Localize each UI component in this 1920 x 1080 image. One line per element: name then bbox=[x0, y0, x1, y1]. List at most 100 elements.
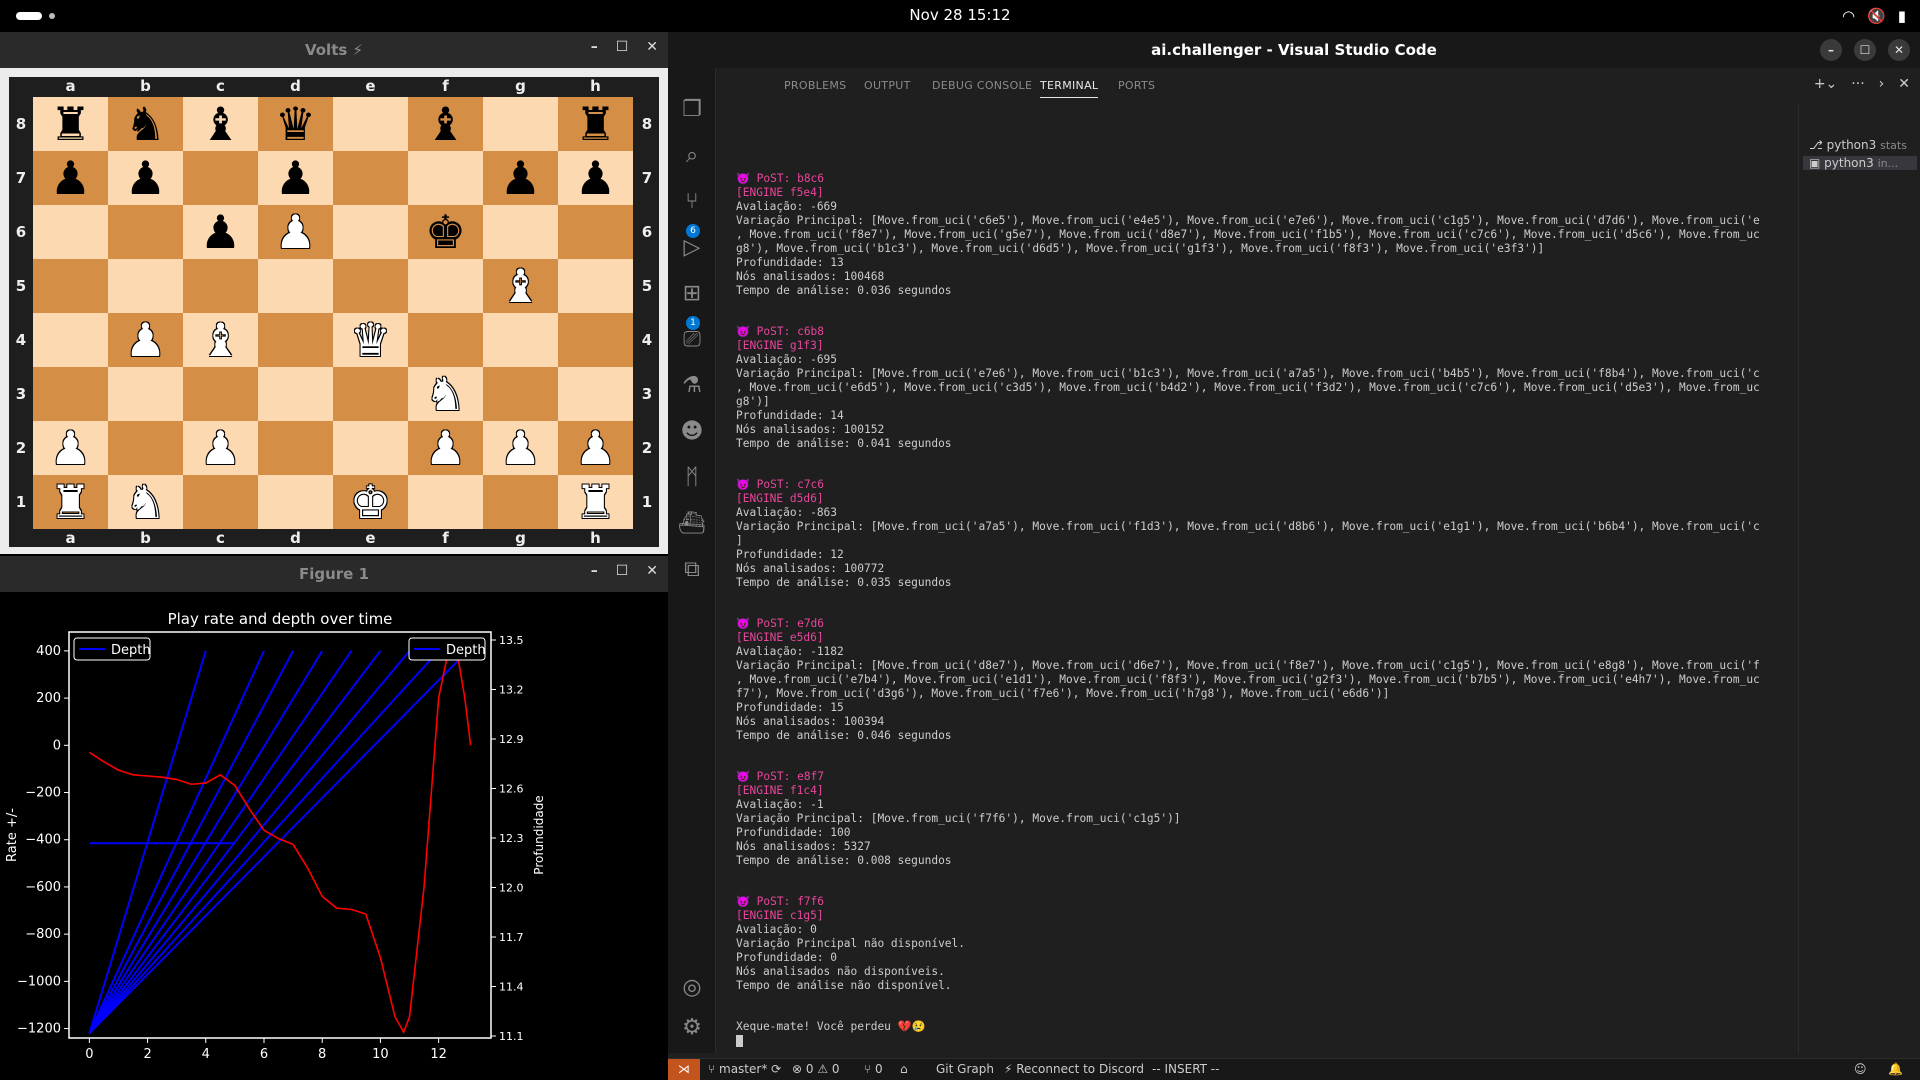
tab-debug-console[interactable]: DEBUG CONSOLE bbox=[932, 79, 1032, 92]
piece-icon[interactable]: ♝ bbox=[425, 101, 466, 147]
square-f3[interactable]: ♞ bbox=[408, 367, 483, 421]
piece-icon[interactable]: ♜ bbox=[50, 101, 91, 147]
square-h1[interactable]: ♜ bbox=[558, 475, 633, 529]
square-f2[interactable]: ♟ bbox=[408, 421, 483, 475]
search-icon[interactable]: ⌕ bbox=[678, 142, 706, 170]
square-d3[interactable] bbox=[258, 367, 333, 421]
maximize-icon[interactable]: ☐ bbox=[616, 563, 629, 579]
square-g4[interactable] bbox=[483, 313, 558, 367]
source-control-icon[interactable]: ⑂ bbox=[678, 188, 706, 216]
minimize-icon[interactable]: – bbox=[591, 39, 598, 55]
piece-icon[interactable]: ♞ bbox=[425, 371, 466, 417]
flame-icon[interactable]: ᛗ bbox=[678, 464, 706, 492]
square-b1[interactable]: ♞ bbox=[108, 475, 183, 529]
chess-board[interactable]: ♜ ♞ ♝ ♛ ♝ ♜ ♟ ♟ ♟ ♟ ♟ ♟ ♟ ♚ ♝ ♟ ♝ ♛ ♞ ♟ ♟ ♟ ♟ ♟ ♜ ♞ ♚ ♜ bbox=[33, 97, 633, 529]
wifi-icon[interactable]: ◠ bbox=[1842, 7, 1855, 25]
square-b7[interactable]: ♟ bbox=[108, 151, 183, 205]
minimize-icon[interactable]: – bbox=[591, 563, 598, 579]
branch-status[interactable]: ⑂ master* ⟳ bbox=[708, 1062, 781, 1076]
square-e5[interactable] bbox=[333, 259, 408, 313]
square-b4[interactable]: ♟ bbox=[108, 313, 183, 367]
terminal-output[interactable]: 😈 PoST: b8c6 [ENGINE f5e4] Avaliação: -669… bbox=[736, 172, 1866, 1052]
square-g5[interactable]: ♝ bbox=[483, 259, 558, 313]
piece-icon[interactable]: ♟ bbox=[425, 425, 466, 471]
piece-icon[interactable]: ♚ bbox=[350, 479, 391, 525]
square-h2[interactable]: ♟ bbox=[558, 421, 633, 475]
close-icon[interactable]: ✕ bbox=[1888, 39, 1910, 61]
close-icon[interactable]: ✕ bbox=[646, 39, 658, 55]
square-d8[interactable]: ♛ bbox=[258, 97, 333, 151]
square-b8[interactable]: ♞ bbox=[108, 97, 183, 151]
square-a3[interactable] bbox=[33, 367, 108, 421]
square-g7[interactable]: ♟ bbox=[483, 151, 558, 205]
discord-status[interactable]: ⚡ Reconnect to Discord bbox=[1004, 1062, 1144, 1076]
alien-extension-icon[interactable]: ☻ bbox=[678, 418, 706, 446]
sync-icon[interactable]: ⟳ bbox=[771, 1062, 781, 1076]
piece-icon[interactable]: ♟ bbox=[500, 425, 541, 471]
square-a1[interactable]: ♜ bbox=[33, 475, 108, 529]
run-debug-icon[interactable]: ▷ bbox=[678, 234, 706, 262]
square-h7[interactable]: ♟ bbox=[558, 151, 633, 205]
square-h5[interactable] bbox=[558, 259, 633, 313]
square-b3[interactable] bbox=[108, 367, 183, 421]
square-f1[interactable] bbox=[408, 475, 483, 529]
ports-status[interactable]: ⑂ 0 bbox=[864, 1062, 883, 1076]
piece-icon[interactable]: ♞ bbox=[125, 479, 166, 525]
explorer-icon[interactable]: ❐ bbox=[678, 96, 706, 124]
square-h4[interactable] bbox=[558, 313, 633, 367]
battery-icon[interactable]: ▮ bbox=[1898, 7, 1906, 25]
vscode-titlebar[interactable]: ai.challenger - Visual Studio Code – ☐ ✕ bbox=[668, 32, 1920, 68]
tab-output[interactable]: OUTPUT bbox=[864, 79, 911, 92]
square-f8[interactable]: ♝ bbox=[408, 97, 483, 151]
square-b6[interactable] bbox=[108, 205, 183, 259]
system-tray[interactable]: ◠ 🔇 ▮ bbox=[1842, 7, 1906, 25]
piece-icon[interactable]: ♜ bbox=[50, 479, 91, 525]
tab-ports[interactable]: PORTS bbox=[1118, 79, 1155, 92]
piece-icon[interactable]: ♝ bbox=[500, 263, 541, 309]
square-e3[interactable] bbox=[333, 367, 408, 421]
piece-icon[interactable]: ♟ bbox=[125, 155, 166, 201]
square-d2[interactable] bbox=[258, 421, 333, 475]
square-e8[interactable] bbox=[333, 97, 408, 151]
terminal-list-item[interactable]: ⎇ python3 stats bbox=[1809, 138, 1907, 152]
piece-icon[interactable]: ♚ bbox=[425, 209, 466, 255]
square-c3[interactable] bbox=[183, 367, 258, 421]
piece-icon[interactable]: ♟ bbox=[275, 209, 316, 255]
piece-icon[interactable]: ♟ bbox=[500, 155, 541, 201]
settings-gear-icon[interactable]: ⚙ bbox=[678, 1014, 706, 1042]
square-g3[interactable] bbox=[483, 367, 558, 421]
minimize-icon[interactable]: – bbox=[1820, 39, 1842, 61]
new-terminal-icon[interactable]: +⌄ bbox=[1814, 76, 1837, 92]
square-e4[interactable]: ♛ bbox=[333, 313, 408, 367]
square-c8[interactable]: ♝ bbox=[183, 97, 258, 151]
square-g1[interactable] bbox=[483, 475, 558, 529]
square-c7[interactable] bbox=[183, 151, 258, 205]
square-d1[interactable] bbox=[258, 475, 333, 529]
square-h8[interactable]: ♜ bbox=[558, 97, 633, 151]
piece-icon[interactable]: ♜ bbox=[575, 479, 616, 525]
mute-icon[interactable]: 🔇 bbox=[1867, 7, 1886, 25]
square-a8[interactable]: ♜ bbox=[33, 97, 108, 151]
piece-icon[interactable]: ♟ bbox=[50, 155, 91, 201]
home-icon[interactable]: ⌂ bbox=[900, 1062, 908, 1076]
piece-icon[interactable]: ♜ bbox=[575, 101, 616, 147]
square-d5[interactable] bbox=[258, 259, 333, 313]
piece-icon[interactable]: ♟ bbox=[575, 155, 616, 201]
square-e7[interactable] bbox=[333, 151, 408, 205]
square-a4[interactable] bbox=[33, 313, 108, 367]
tab-terminal[interactable]: TERMINAL bbox=[1040, 79, 1099, 98]
figure-titlebar[interactable]: Figure 1 – ☐ ✕ bbox=[0, 556, 668, 592]
piece-icon[interactable]: ♛ bbox=[275, 101, 316, 147]
piece-icon[interactable]: ♝ bbox=[200, 317, 241, 363]
square-c1[interactable] bbox=[183, 475, 258, 529]
git-graph-button[interactable]: Git Graph bbox=[936, 1062, 994, 1076]
square-f4[interactable] bbox=[408, 313, 483, 367]
square-c6[interactable]: ♟ bbox=[183, 205, 258, 259]
square-h3[interactable] bbox=[558, 367, 633, 421]
square-d7[interactable]: ♟ bbox=[258, 151, 333, 205]
maximize-icon[interactable]: ☐ bbox=[616, 39, 629, 55]
piece-icon[interactable]: ♟ bbox=[200, 209, 241, 255]
piece-icon[interactable]: ♟ bbox=[50, 425, 91, 471]
chat-icon[interactable]: ⧉ bbox=[678, 556, 706, 584]
square-c5[interactable] bbox=[183, 259, 258, 313]
